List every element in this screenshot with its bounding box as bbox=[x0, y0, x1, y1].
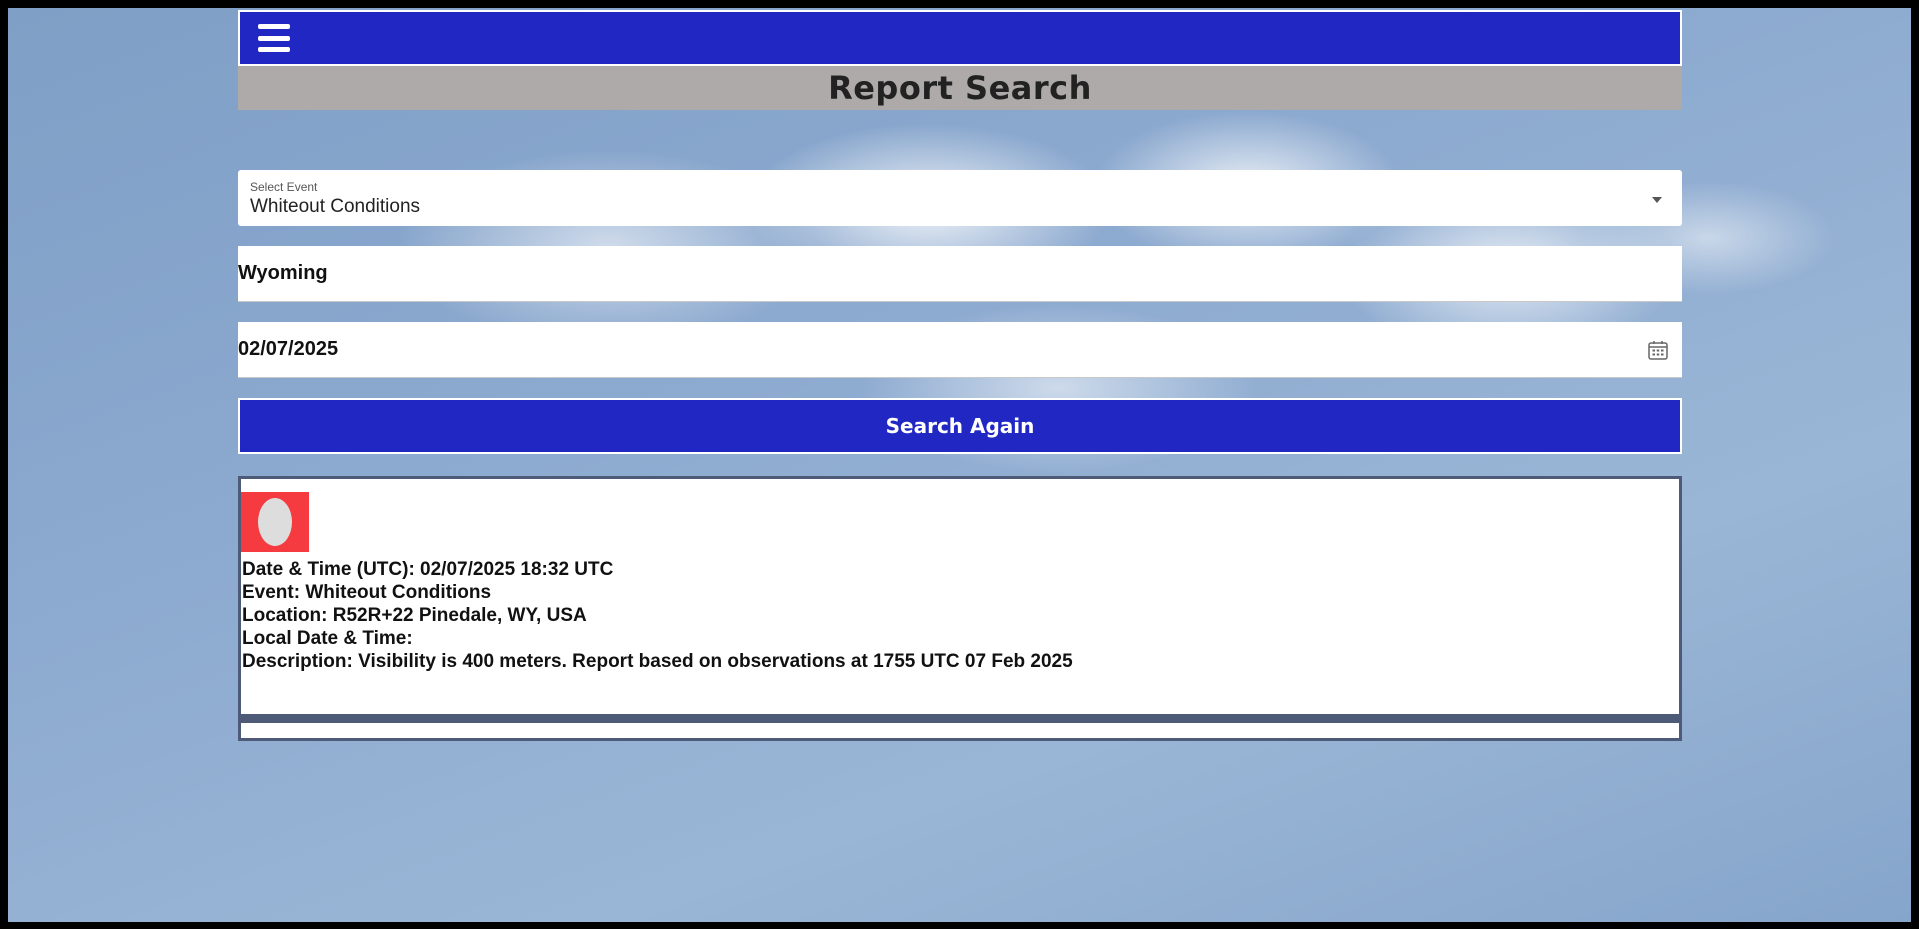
report-info: Date & Time (UTC): 02/07/2025 18:32 UTC … bbox=[241, 558, 1679, 673]
chevron-down-icon[interactable] bbox=[1652, 197, 1662, 203]
calendar-icon[interactable] bbox=[1646, 338, 1670, 362]
top-nav-bar bbox=[238, 10, 1682, 66]
page-title: Report Search bbox=[828, 69, 1092, 107]
report-thumbnail[interactable] bbox=[241, 492, 309, 552]
report-local-datetime: Local Date & Time: bbox=[242, 628, 413, 649]
event-select[interactable]: Select Event Whiteout Conditions bbox=[238, 170, 1682, 226]
card-divider bbox=[241, 714, 1679, 723]
report-event: Event: Whiteout Conditions bbox=[242, 582, 492, 603]
card-footer bbox=[241, 723, 1679, 738]
report-location: Location: R52R+22 Pinedale, WY, USA bbox=[242, 605, 587, 626]
hamburger-menu-icon[interactable] bbox=[258, 24, 290, 52]
search-again-button[interactable]: Search Again bbox=[238, 398, 1682, 454]
date-input[interactable]: 02/07/2025 bbox=[238, 322, 1682, 378]
result-body: Date & Time (UTC): 02/07/2025 18:32 UTC … bbox=[241, 479, 1679, 714]
title-bar: Report Search bbox=[238, 66, 1682, 110]
location-input[interactable]: Wyoming bbox=[238, 246, 1682, 302]
page-container: Report Search Select Event Whiteout Cond… bbox=[238, 10, 1682, 741]
event-select-label: Select Event bbox=[250, 180, 318, 194]
thumbnail-placeholder bbox=[258, 498, 292, 546]
result-card: Date & Time (UTC): 02/07/2025 18:32 UTC … bbox=[238, 476, 1682, 741]
event-select-value: Whiteout Conditions bbox=[250, 196, 421, 217]
report-description: Description: Visibility is 400 meters. R… bbox=[242, 651, 1073, 672]
report-datetime: Date & Time (UTC): 02/07/2025 18:32 UTC bbox=[242, 559, 614, 580]
date-input-value: 02/07/2025 bbox=[238, 338, 339, 360]
